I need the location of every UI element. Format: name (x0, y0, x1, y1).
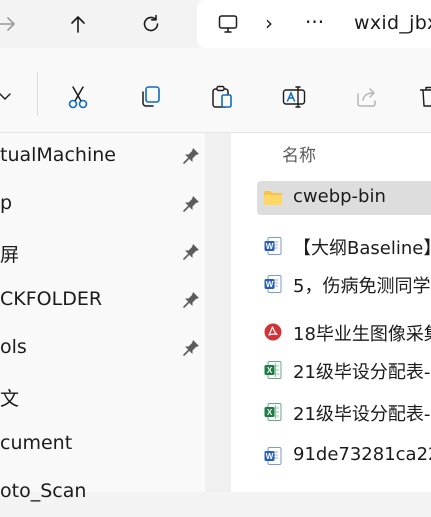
this-pc-button[interactable] (213, 9, 243, 39)
svg-text:W: W (266, 242, 274, 251)
svg-text:X: X (267, 408, 273, 417)
pin-icon[interactable] (181, 194, 201, 214)
svg-text:X: X (267, 366, 273, 375)
breadcrumb-more-button[interactable]: ··· (305, 10, 324, 34)
pane-splitter[interactable] (205, 133, 231, 492)
clipboard-icon (212, 85, 232, 108)
forward-button[interactable] (0, 9, 22, 39)
rename-button[interactable] (279, 82, 309, 112)
file-row[interactable]: W 91de73281ca22 (257, 439, 431, 473)
file-name: 【大纲Baseline】 (293, 238, 431, 259)
pdf-document-icon (264, 323, 282, 341)
cut-button[interactable] (63, 82, 93, 112)
nav-item-label: ols (0, 336, 27, 358)
copy-button[interactable] (135, 82, 165, 112)
file-name: cwebp-bin (293, 186, 386, 207)
file-name: 21级毕设分配表- (293, 404, 431, 425)
file-row[interactable]: W 5，伤病免测同学 (257, 267, 431, 301)
nav-item-virtualmachine[interactable]: tualMachine (0, 133, 205, 181)
svg-text:W: W (266, 452, 274, 461)
monitor-icon (218, 15, 238, 33)
pin-icon[interactable] (181, 290, 201, 310)
excel-spreadsheet-icon: X (264, 403, 282, 421)
nav-item-label: 文 (0, 388, 20, 410)
nav-item-tools[interactable]: ols (0, 325, 205, 373)
nav-item-photo-scan[interactable]: oto_Scan (0, 469, 205, 517)
refresh-icon (143, 14, 159, 32)
nav-item-label: tualMachine (0, 144, 116, 166)
file-name: 5，伤病免测同学 (293, 276, 431, 297)
nav-item-wen[interactable]: 文 (0, 373, 205, 421)
new-dropdown-chevron[interactable] (0, 86, 12, 110)
file-row[interactable]: X 21级毕设分配表- (257, 353, 431, 387)
share-button[interactable] (352, 82, 382, 112)
file-name: 21级毕设分配表- (293, 362, 431, 383)
nav-item-screen[interactable]: 屏 (0, 229, 205, 277)
file-row[interactable]: cwebp-bin (257, 181, 431, 215)
up-button[interactable] (63, 9, 93, 39)
refresh-button[interactable] (136, 9, 166, 39)
nav-item-document[interactable]: cument (0, 421, 205, 469)
file-row[interactable]: X 21级毕设分配表- (257, 395, 431, 429)
breadcrumb-current-folder[interactable]: wxid_jbx (354, 12, 431, 34)
delete-button[interactable] (415, 82, 431, 112)
svg-text:W: W (266, 280, 274, 289)
folder-icon (264, 191, 282, 205)
rename-icon (282, 86, 306, 108)
file-name: 18毕业生图像采集 (293, 324, 431, 345)
share-icon (357, 88, 376, 107)
word-document-icon: W (264, 447, 282, 465)
nav-item-label: p (0, 192, 13, 214)
nav-item-label: oto_Scan (0, 480, 87, 502)
up-arrow-icon (71, 16, 85, 33)
nav-item-desktop[interactable]: p (0, 181, 205, 229)
column-header-name[interactable]: 名称 (282, 141, 316, 166)
toolbar-divider (37, 72, 38, 116)
breadcrumb-chevron[interactable]: › (265, 11, 273, 35)
file-row[interactable]: 18毕业生图像采集 (257, 315, 431, 349)
nav-item-dockfolder[interactable]: CKFOLDER (0, 277, 205, 325)
trash-icon (420, 86, 431, 107)
word-document-icon: W (264, 275, 282, 293)
file-row[interactable]: W 【大纲Baseline】 (257, 229, 431, 263)
excel-spreadsheet-icon: X (264, 361, 282, 379)
paste-button[interactable] (207, 82, 237, 112)
forward-arrow-icon (0, 17, 15, 31)
nav-item-label: 屏 (0, 244, 20, 266)
nav-item-label: cument (0, 432, 73, 454)
copy-icon (142, 86, 160, 107)
nav-item-label: CKFOLDER (0, 288, 103, 310)
navigation-pane: tualMachine p 屏 CKFOLDER ols 文 cument ot… (0, 133, 205, 502)
pin-icon[interactable] (181, 242, 201, 262)
scissors-icon (68, 86, 88, 109)
chevron-down-icon (0, 93, 11, 100)
pin-icon[interactable] (181, 146, 201, 166)
file-name: 91de73281ca22 (293, 444, 431, 465)
word-document-icon: W (264, 237, 282, 255)
pin-icon[interactable] (181, 338, 201, 358)
